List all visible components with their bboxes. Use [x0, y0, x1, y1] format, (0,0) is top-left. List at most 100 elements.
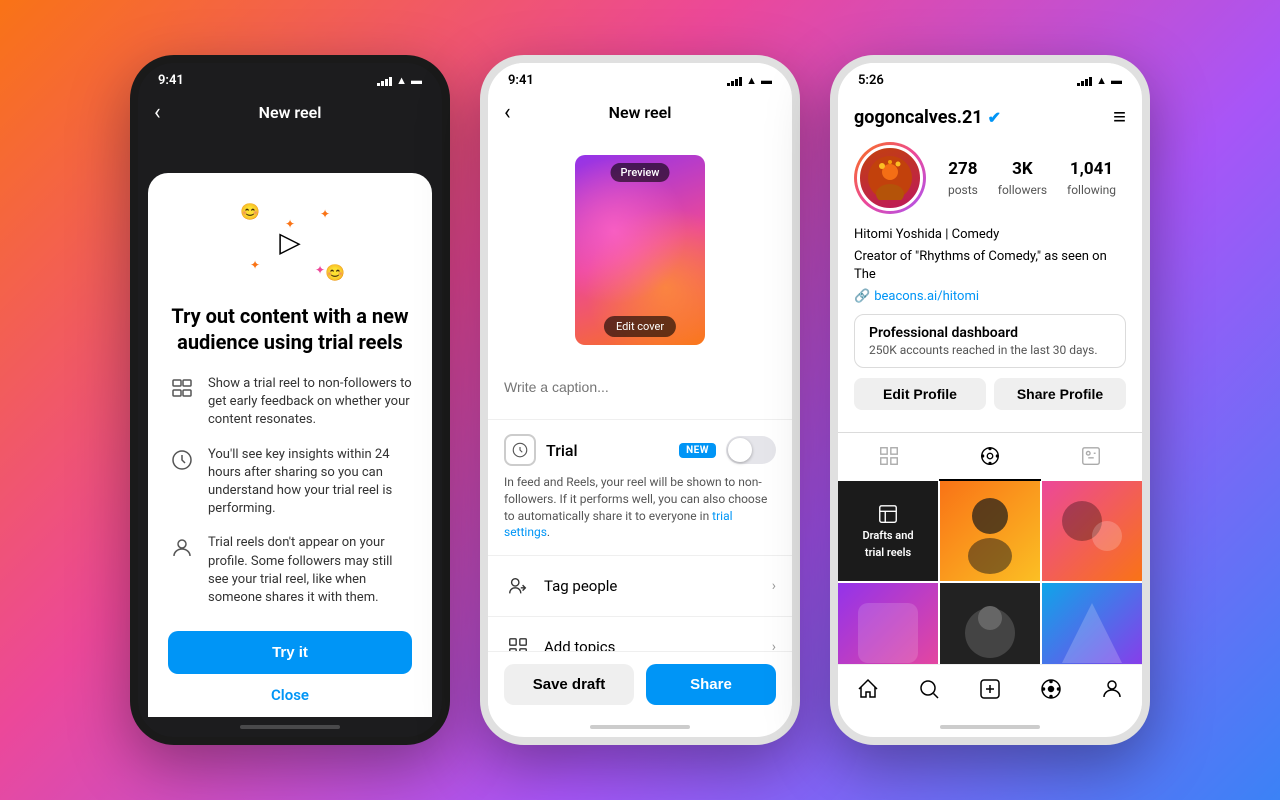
pd-subtitle: 250K accounts reached in the last 30 day… — [869, 343, 1111, 357]
home-indicator-bar-2 — [590, 725, 690, 729]
professional-dashboard[interactable]: Professional dashboard 250K accounts rea… — [854, 314, 1126, 368]
stat-posts: 278 posts — [948, 159, 978, 198]
bio-link-text: beacons.ai/hitomi — [874, 289, 979, 304]
share-profile-button[interactable]: Share Profile — [994, 378, 1126, 410]
home-indicator-2 — [488, 717, 792, 737]
tab-reels[interactable] — [939, 433, 1040, 481]
posts-count: 278 — [948, 159, 978, 179]
home-indicator-1 — [138, 717, 442, 737]
trial-label: Trial — [546, 441, 669, 460]
edit-profile-button[interactable]: Edit Profile — [854, 378, 986, 410]
pd-title: Professional dashboard — [869, 325, 1111, 341]
followers-count: 3K — [998, 159, 1047, 179]
wifi-icon-3: ▲ — [1096, 74, 1107, 87]
smiley-icon-2: 😊 — [325, 263, 345, 282]
signal-icon-1 — [377, 76, 392, 86]
nav-reels[interactable] — [1029, 673, 1073, 705]
nav-create[interactable] — [968, 673, 1012, 705]
reel-preview-thumbnail[interactable]: Preview Edit cover — [575, 155, 705, 345]
home-indicator-3 — [838, 717, 1142, 737]
status-bar-3: 5:26 ▲ ▬ — [838, 63, 1142, 92]
photo-cell-5[interactable] — [940, 583, 1040, 664]
modal-title: Try out content with a new audience usin… — [168, 303, 412, 355]
feature-item-1: Show a trial reel to non-followers to ge… — [168, 375, 412, 430]
followers-label: followers — [998, 183, 1047, 197]
bio-link[interactable]: 🔗 beacons.ai/hitomi — [854, 289, 1126, 304]
tab-grid[interactable] — [838, 433, 939, 481]
feature-text-3: Trial reels don't appear on your profile… — [208, 534, 412, 607]
nav-title-2: New reel — [534, 103, 746, 122]
home-indicator-bar-1 — [240, 725, 340, 729]
trial-icon — [504, 434, 536, 466]
stats-row: 278 posts 3K followers 1,041 following — [938, 159, 1126, 198]
profile-header: gogoncalves.21 ✔ ≡ — [838, 92, 1142, 432]
add-topics-row[interactable]: Add topics › — [488, 617, 792, 651]
username-text: gogoncalves.21 — [854, 107, 983, 128]
profile-tabs — [838, 432, 1142, 481]
photo-grid: Drafts and trial reels ▷ 24.1K — [838, 481, 1142, 664]
phone2-content: Preview Edit cover Trial NEW — [488, 133, 792, 651]
photo-cell-3[interactable]: ▷ 1K — [1042, 481, 1142, 581]
sparkle-icon-1: ✦ — [320, 207, 330, 221]
menu-button[interactable]: ≡ — [1113, 104, 1126, 130]
nav-home[interactable] — [846, 673, 890, 705]
tab-tagged[interactable] — [1041, 433, 1142, 481]
feature-text-2: You'll see key insights within 24 hours … — [208, 446, 412, 519]
trial-reels-label: trial reels — [865, 546, 911, 559]
sparkle-icon-3: ✦ — [250, 258, 260, 272]
try-it-button[interactable]: Try it — [168, 631, 412, 674]
photo-cell-drafts[interactable]: Drafts and trial reels — [838, 481, 938, 581]
home-indicator-bar-3 — [940, 725, 1040, 729]
tag-people-chevron: › — [772, 578, 776, 594]
tag-people-icon — [504, 572, 532, 600]
wifi-icon-1: ▲ — [396, 74, 407, 87]
photo-cell-4[interactable] — [838, 583, 938, 664]
battery-icon-2: ▬ — [761, 74, 772, 87]
posts-label: posts — [948, 183, 978, 197]
tag-people-row[interactable]: Tag people › — [488, 556, 792, 617]
nav-profile[interactable] — [1090, 673, 1134, 705]
time-1: 9:41 — [158, 73, 184, 88]
new-badge: NEW — [679, 443, 716, 458]
photo-cell-6[interactable] — [1042, 583, 1142, 664]
bio-line-2: Creator of "Rhythms of Comedy," as seen … — [854, 248, 1126, 284]
stat-followers[interactable]: 3K followers — [998, 159, 1047, 198]
signal-icon-2 — [727, 76, 742, 86]
add-topics-label: Add topics — [544, 638, 760, 651]
share-button[interactable]: Share — [646, 664, 776, 705]
feature-list: Show a trial reel to non-followers to ge… — [168, 375, 412, 607]
avatar — [854, 142, 926, 214]
status-icons-3: ▲ ▬ — [1077, 74, 1122, 87]
trial-illustration: ▷ 😊 😊 ✦ ✦ ✦ ✦ — [230, 202, 350, 282]
battery-icon-1: ▬ — [411, 74, 422, 87]
stat-following[interactable]: 1,041 following — [1067, 159, 1116, 198]
drafts-label: Drafts and — [862, 529, 913, 542]
photo-cell-2[interactable]: ▷ 24.1K — [940, 481, 1040, 581]
avatar-inner — [857, 145, 923, 211]
profile-top: gogoncalves.21 ✔ ≡ — [854, 104, 1126, 130]
modal-icon-area: ▷ 😊 😊 ✦ ✦ ✦ ✦ — [168, 197, 412, 287]
bottom-nav — [838, 664, 1142, 717]
status-icons-2: ▲ ▬ — [727, 74, 772, 87]
trial-toggle[interactable] — [726, 436, 776, 464]
feature-item-3: Trial reels don't appear on your profile… — [168, 534, 412, 607]
edit-cover-button[interactable]: Edit cover — [604, 316, 676, 337]
time-3: 5:26 — [858, 73, 884, 88]
close-button[interactable]: Close — [168, 686, 412, 704]
following-count: 1,041 — [1067, 159, 1116, 179]
trial-header: Trial NEW — [504, 434, 776, 466]
back-button-1[interactable]: ‹ — [154, 100, 184, 125]
trial-settings-link[interactable]: trial settings — [504, 509, 733, 540]
status-icons-1: ▲ ▬ — [377, 74, 422, 87]
phone-1: 9:41 ▲ ▬ ‹ New reel ▷ 😊 — [130, 55, 450, 745]
save-draft-button[interactable]: Save draft — [504, 664, 634, 705]
nav-search[interactable] — [907, 673, 951, 705]
caption-input[interactable] — [504, 367, 776, 407]
phone-3: 5:26 ▲ ▬ gogoncalves.21 ✔ ≡ — [830, 55, 1150, 745]
back-button-2[interactable]: ‹ — [504, 100, 534, 125]
time-2: 9:41 — [508, 73, 534, 88]
profile-action-buttons: Edit Profile Share Profile — [854, 378, 1126, 410]
tag-people-label: Tag people — [544, 577, 760, 595]
preview-container: Preview Edit cover — [488, 133, 792, 355]
smiley-icon-1: 😊 — [240, 202, 260, 221]
